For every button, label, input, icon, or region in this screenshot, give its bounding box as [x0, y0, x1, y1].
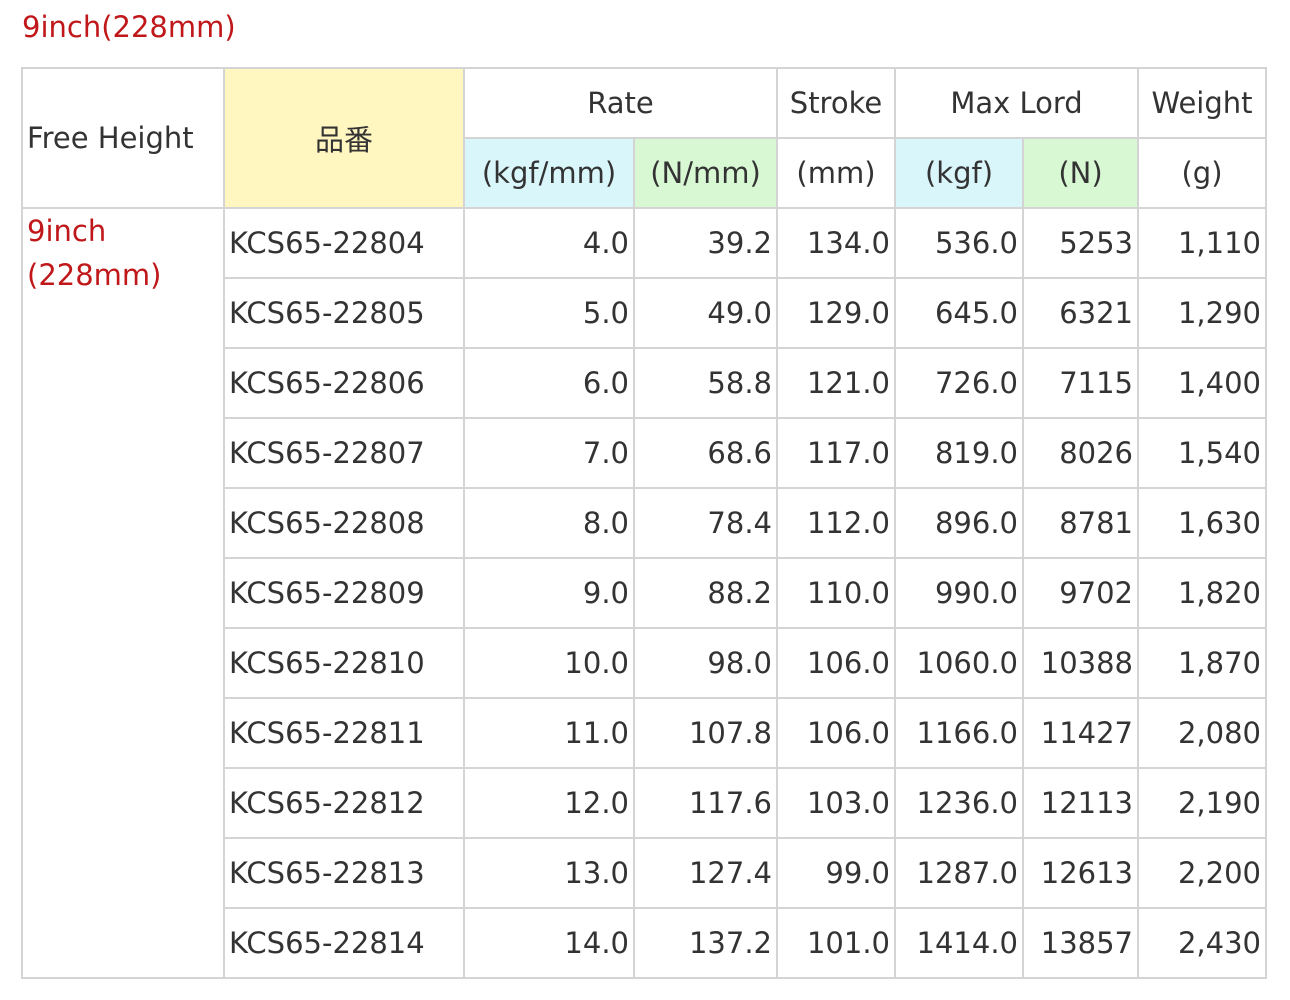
weight-cell: 2,190: [1137, 767, 1268, 839]
part-number-cell: KCS65-22806: [223, 347, 465, 419]
part-number-cell: KCS65-22804: [223, 207, 465, 279]
max-n-unit-header: (N): [1021, 137, 1140, 209]
weight-cell: 1,110: [1137, 207, 1268, 279]
max-kgf-cell: 1287.0: [894, 837, 1024, 909]
weight-cell: 1,540: [1137, 417, 1268, 489]
part-number-cell: KCS65-22805: [223, 277, 465, 349]
part-number-cell: KCS65-22811: [223, 697, 465, 769]
rate-n-cell: 98.0: [633, 627, 778, 699]
max-n-cell: 12613: [1021, 837, 1140, 909]
rate-n-cell: 78.4: [633, 487, 778, 559]
max-n-cell: 13857: [1021, 907, 1140, 979]
max-kgf-cell: 645.0: [894, 277, 1024, 349]
rate-kgf-unit-header: (kgf/mm): [463, 137, 635, 209]
weight-cell: 2,430: [1137, 907, 1268, 979]
weight-cell: 1,400: [1137, 347, 1268, 419]
part-number-cell: KCS65-22812: [223, 767, 465, 839]
rate-kgf-cell: 5.0: [463, 277, 635, 349]
weight-cell: 1,290: [1137, 277, 1268, 349]
rate-n-cell: 117.6: [633, 767, 778, 839]
rate-kgf-cell: 10.0: [463, 627, 635, 699]
stroke-cell: 112.0: [776, 487, 896, 559]
rate-n-unit-header: (N/mm): [633, 137, 778, 209]
max-n-cell: 5253: [1021, 207, 1140, 279]
max-kgf-unit-header: (kgf): [894, 137, 1024, 209]
max-kgf-cell: 536.0: [894, 207, 1024, 279]
max-n-cell: 12113: [1021, 767, 1140, 839]
stroke-cell: 134.0: [776, 207, 896, 279]
max-lord-header: Max Lord: [893, 67, 1140, 139]
rate-kgf-cell: 6.0: [463, 347, 635, 419]
stroke-cell: 106.0: [776, 697, 896, 769]
part-number-cell: KCS65-22809: [223, 557, 465, 629]
spring-spec-table: Free Height 品番 Rate Stroke Max Lord Weig…: [21, 67, 1268, 979]
table-row: 9inch (228mm) KCS65-22804 4.0 39.2 134.0 536.0…: [21, 207, 1268, 979]
rate-n-cell: 58.8: [633, 347, 778, 419]
rate-n-cell: 127.4: [633, 837, 778, 909]
part-number-cell: KCS65-22810: [223, 627, 465, 699]
stroke-cell: 117.0: [776, 417, 896, 489]
rate-header: Rate: [463, 67, 778, 139]
max-n-cell: 11427: [1021, 697, 1140, 769]
stroke-cell: 99.0: [776, 837, 896, 909]
weight-cell: 1,870: [1137, 627, 1268, 699]
weight-unit-header: (g): [1137, 137, 1268, 209]
part-number-cell: KCS65-22808: [223, 487, 465, 559]
part-number-header: 品番: [223, 67, 465, 209]
stroke-cell: 121.0: [776, 347, 896, 419]
max-kgf-cell: 896.0: [894, 487, 1024, 559]
header-row-groups: Free Height 品番 Rate Stroke Max Lord Weig…: [21, 67, 1268, 209]
max-n-cell: 10388: [1021, 627, 1140, 699]
part-number-cell: KCS65-22813: [223, 837, 465, 909]
stroke-cell: 129.0: [776, 277, 896, 349]
rate-kgf-cell: 9.0: [463, 557, 635, 629]
max-n-cell: 8781: [1021, 487, 1140, 559]
max-kgf-cell: 990.0: [894, 557, 1024, 629]
stroke-cell: 101.0: [776, 907, 896, 979]
stroke-cell: 103.0: [776, 767, 896, 839]
weight-cell: 2,200: [1137, 837, 1268, 909]
max-n-cell: 7115: [1021, 347, 1140, 419]
rate-kgf-cell: 13.0: [463, 837, 635, 909]
free-height-cell: 9inch (228mm): [21, 207, 225, 979]
max-kgf-cell: 726.0: [894, 347, 1024, 419]
rate-n-cell: 107.8: [633, 697, 778, 769]
max-kgf-cell: 1166.0: [894, 697, 1024, 769]
stroke-cell: 106.0: [776, 627, 896, 699]
part-number-cell: KCS65-22807: [223, 417, 465, 489]
max-kgf-cell: 1414.0: [894, 907, 1024, 979]
weight-cell: 2,080: [1137, 697, 1268, 769]
rate-kgf-cell: 7.0: [463, 417, 635, 489]
part-number-cell: KCS65-22814: [223, 907, 465, 979]
max-kgf-cell: 819.0: [894, 417, 1024, 489]
weight-cell: 1,820: [1137, 557, 1268, 629]
free-height-header: Free Height: [21, 67, 225, 209]
rate-kgf-cell: 4.0: [463, 207, 635, 279]
weight-cell: 1,630: [1137, 487, 1268, 559]
table-body: 9inch (228mm) KCS65-22804 4.0 39.2 134.0 536.0…: [21, 207, 1268, 979]
stroke-header: Stroke: [776, 67, 896, 139]
rate-n-cell: 49.0: [633, 277, 778, 349]
rate-kgf-cell: 14.0: [463, 907, 635, 979]
free-height-line-2: (228mm): [27, 258, 162, 292]
max-n-cell: 8026: [1021, 417, 1140, 489]
rate-n-cell: 88.2: [633, 557, 778, 629]
rate-n-cell: 137.2: [633, 907, 778, 979]
rate-kgf-cell: 11.0: [463, 697, 635, 769]
max-kgf-cell: 1236.0: [894, 767, 1024, 839]
weight-header: Weight: [1137, 67, 1268, 139]
max-n-cell: 9702: [1021, 557, 1140, 629]
page-title: 9inch(228mm): [22, 10, 236, 44]
max-n-cell: 6321: [1021, 277, 1140, 349]
rate-n-cell: 68.6: [633, 417, 778, 489]
stroke-cell: 110.0: [776, 557, 896, 629]
free-height-line-1: 9inch: [27, 214, 107, 248]
rate-kgf-cell: 12.0: [463, 767, 635, 839]
rate-kgf-cell: 8.0: [463, 487, 635, 559]
stroke-unit-header: (mm): [776, 137, 896, 209]
max-kgf-cell: 1060.0: [894, 627, 1024, 699]
rate-n-cell: 39.2: [633, 207, 778, 279]
